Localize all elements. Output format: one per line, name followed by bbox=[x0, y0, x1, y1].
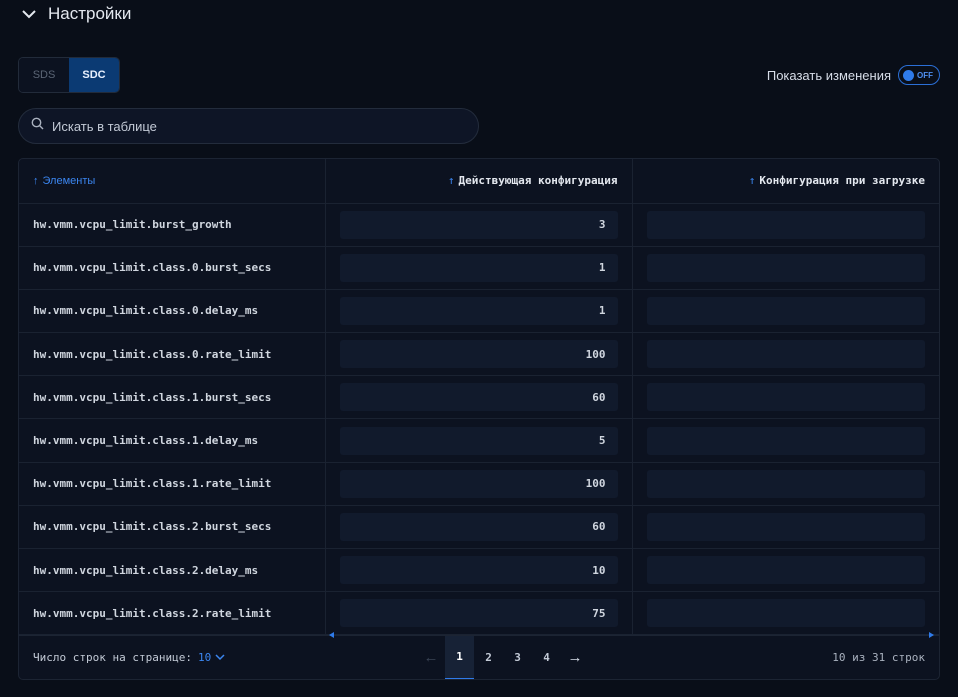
column-header-boot-config[interactable]: ↑ Конфигурация при загрузке bbox=[631, 159, 939, 204]
boot-config-value bbox=[646, 340, 925, 369]
row-count-text: 10 из 31 строк bbox=[832, 651, 925, 664]
current-config-value: 5 bbox=[339, 426, 618, 455]
table-row: hw.vmm.vcpu_limit.burst_growth 3 bbox=[19, 203, 939, 247]
table-row: hw.vmm.vcpu_limit.class.0.delay_ms 1 bbox=[19, 289, 939, 334]
sort-arrow-up-icon: ↑ bbox=[33, 174, 39, 187]
boot-config-value bbox=[646, 426, 925, 455]
column-label: Конфигурация при загрузке bbox=[759, 174, 925, 188]
chevron-down-icon bbox=[215, 654, 225, 661]
current-config-value: 10 bbox=[339, 556, 618, 585]
current-config-value: 1 bbox=[339, 253, 618, 282]
scroll-left-icon[interactable] bbox=[329, 632, 334, 638]
table-row: hw.vmm.vcpu_limit.class.2.rate_limit 75 bbox=[19, 591, 939, 636]
next-page-arrow-icon[interactable]: → bbox=[561, 636, 589, 680]
sort-arrow-up-icon: ↑ bbox=[748, 174, 756, 188]
boot-config-value bbox=[646, 253, 925, 282]
chevron-down-icon bbox=[20, 5, 38, 23]
row-element-name: hw.vmm.vcpu_limit.class.0.burst_secs bbox=[19, 246, 325, 290]
current-config-value: 75 bbox=[339, 599, 618, 628]
current-config-value: 100 bbox=[339, 469, 618, 498]
table-row: hw.vmm.vcpu_limit.class.1.rate_limit 100 bbox=[19, 462, 939, 506]
table-row: hw.vmm.vcpu_limit.class.1.burst_secs 60 bbox=[19, 375, 939, 420]
search-input[interactable] bbox=[52, 118, 452, 134]
table-row: hw.vmm.vcpu_limit.class.0.burst_secs 1 bbox=[19, 246, 939, 290]
table-search bbox=[18, 108, 479, 144]
current-config-value: 1 bbox=[339, 296, 618, 325]
config-table: ↑ Элементы ↑ Действующая конфигурация ↑ Кон… bbox=[18, 158, 940, 680]
section-title: Настройки bbox=[48, 4, 132, 23]
mode-segmented-control: SDS SDC bbox=[18, 57, 120, 93]
boot-config-value bbox=[646, 296, 925, 325]
boot-config-value bbox=[646, 383, 925, 412]
row-element-name: hw.vmm.vcpu_limit.class.1.burst_secs bbox=[19, 375, 325, 420]
rows-per-page-value: 10 bbox=[197, 651, 212, 664]
column-label: Элементы bbox=[42, 174, 96, 187]
row-element-name: hw.vmm.vcpu_limit.class.1.rate_limit bbox=[19, 462, 325, 506]
row-element-name: hw.vmm.vcpu_limit.class.1.delay_ms bbox=[19, 418, 325, 463]
show-changes-label: Показать изменения bbox=[766, 67, 891, 83]
scroll-right-icon[interactable] bbox=[929, 632, 934, 638]
show-changes-control: Показать изменения OFF bbox=[767, 65, 940, 85]
search-icon bbox=[31, 117, 44, 135]
current-config-value: 60 bbox=[339, 383, 618, 412]
boot-config-value bbox=[646, 210, 925, 239]
sort-arrow-up-icon: ↑ bbox=[447, 174, 455, 188]
column-header-elements[interactable]: ↑ Элементы bbox=[19, 159, 325, 204]
toggle-state-label: OFF bbox=[917, 70, 933, 80]
current-config-value: 100 bbox=[339, 340, 618, 369]
row-element-name: hw.vmm.vcpu_limit.class.2.rate_limit bbox=[19, 591, 325, 636]
current-config-value: 3 bbox=[339, 210, 618, 239]
column-label: Действующая конфигурация bbox=[458, 174, 618, 188]
row-element-name: hw.vmm.vcpu_limit.class.0.delay_ms bbox=[19, 289, 325, 334]
row-element-name: hw.vmm.vcpu_limit.class.2.delay_ms bbox=[19, 548, 325, 593]
rows-per-page-label: Число строк на странице: bbox=[33, 651, 192, 664]
table-row: hw.vmm.vcpu_limit.class.0.rate_limit 100 bbox=[19, 332, 939, 377]
column-header-current-config[interactable]: ↑ Действующая конфигурация bbox=[324, 159, 632, 204]
boot-config-value bbox=[646, 556, 925, 585]
boot-config-value bbox=[646, 599, 925, 628]
rows-per-page-select[interactable]: 10 bbox=[198, 651, 225, 664]
settings-section-header[interactable]: Настройки bbox=[20, 4, 131, 24]
table-row: hw.vmm.vcpu_limit.class.1.delay_ms 5 bbox=[19, 418, 939, 463]
table-footer: Число строк на странице: 10 ← 1 2 3 4 → … bbox=[19, 632, 939, 680]
current-config-value: 60 bbox=[339, 512, 618, 541]
page-button[interactable]: 2 bbox=[474, 636, 503, 680]
prev-page-arrow-icon[interactable]: ← bbox=[417, 636, 445, 680]
boot-config-value bbox=[646, 512, 925, 541]
pagination: ← 1 2 3 4 → bbox=[417, 635, 589, 680]
page-button[interactable]: 1 bbox=[445, 635, 474, 679]
table-row: hw.vmm.vcpu_limit.class.2.burst_secs 60 bbox=[19, 505, 939, 550]
toggle-knob bbox=[903, 69, 914, 81]
segment-sdc-button[interactable]: SDC bbox=[69, 58, 119, 92]
page-button[interactable]: 4 bbox=[532, 636, 561, 680]
table-row: hw.vmm.vcpu_limit.class.2.delay_ms 10 bbox=[19, 548, 939, 593]
page-button[interactable]: 3 bbox=[503, 636, 532, 680]
row-element-name: hw.vmm.vcpu_limit.burst_growth bbox=[19, 203, 325, 247]
row-element-name: hw.vmm.vcpu_limit.class.0.rate_limit bbox=[19, 332, 325, 377]
table-header-row: ↑ Элементы ↑ Действующая конфигурация ↑ Кон… bbox=[19, 159, 939, 204]
boot-config-value bbox=[646, 469, 925, 498]
show-changes-toggle[interactable]: OFF bbox=[898, 65, 940, 85]
row-element-name: hw.vmm.vcpu_limit.class.2.burst_secs bbox=[19, 505, 325, 550]
rows-per-page: Число строк на странице: 10 bbox=[33, 651, 225, 664]
segment-sds-button[interactable]: SDS bbox=[19, 58, 69, 92]
